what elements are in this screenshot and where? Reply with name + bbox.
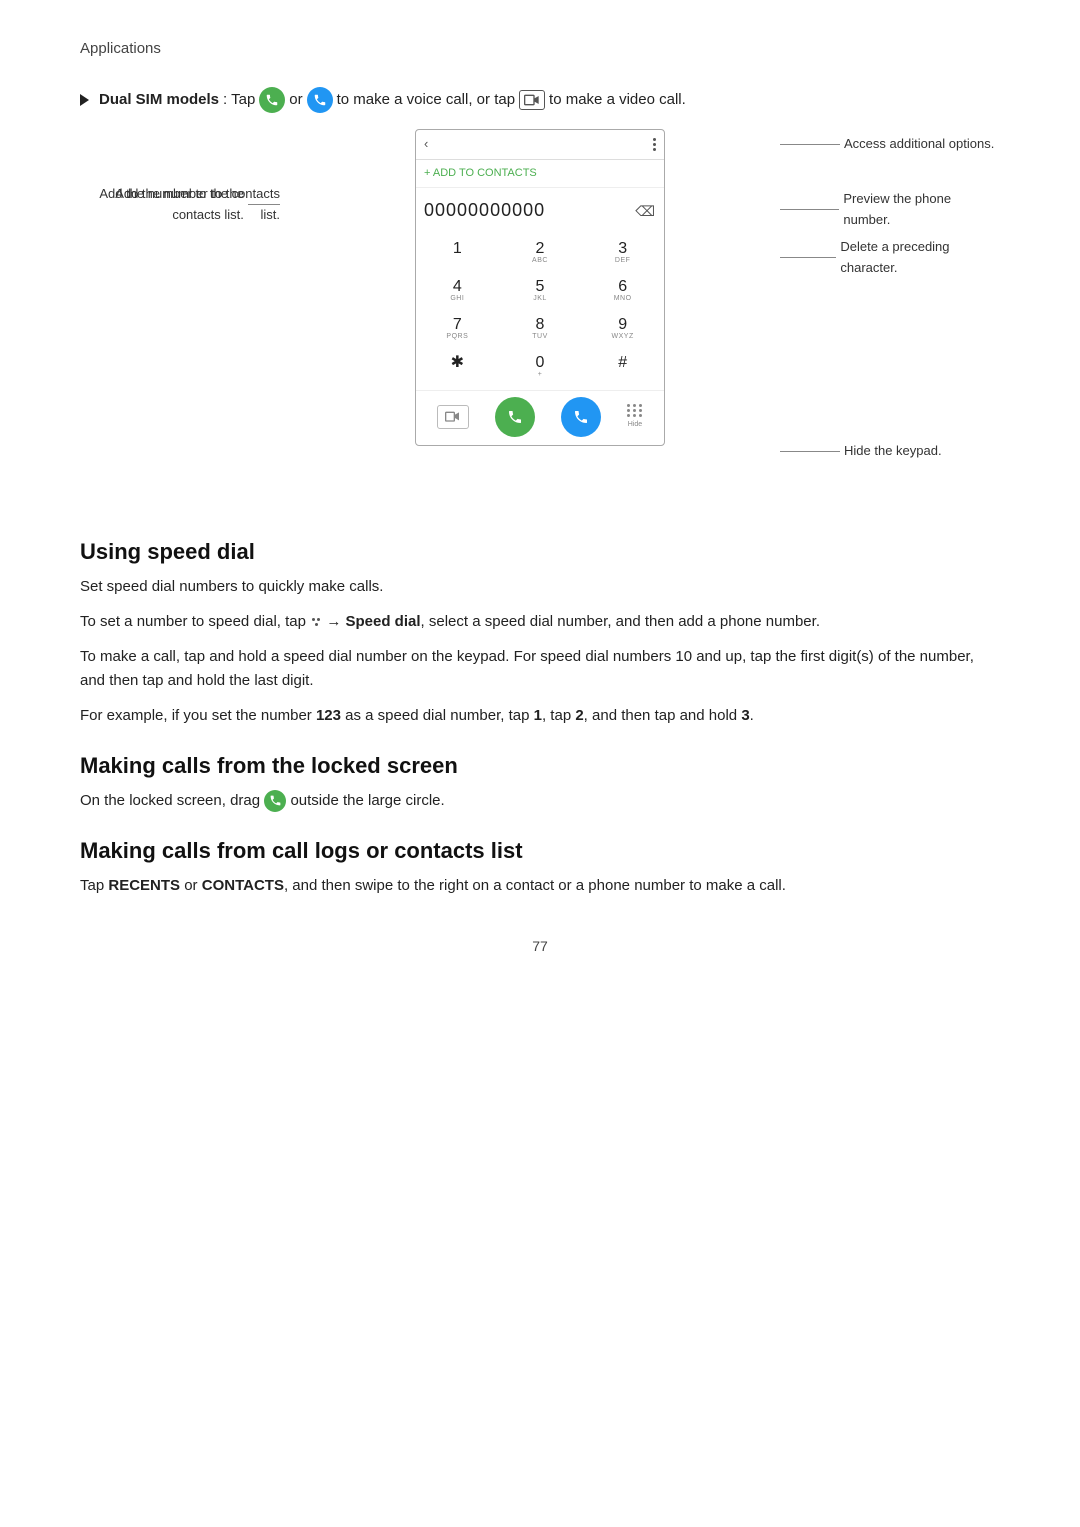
- keypad-key-4[interactable]: 4GHI: [427, 272, 487, 308]
- annotation-preview: Preview the phone number.: [780, 189, 1000, 231]
- phone-top-bar: ‹: [416, 130, 664, 160]
- keypad-key-2[interactable]: 2ABC: [510, 234, 570, 270]
- hide-keypad-icon: [627, 404, 643, 417]
- phone-bottom-row: Hide: [416, 390, 664, 445]
- phone-mockup-wrapper: Add the number to the contacts list. ‹: [80, 129, 1000, 509]
- call-green-button[interactable]: [495, 397, 535, 437]
- hide-label: Hide: [628, 419, 642, 430]
- page-number: 77: [80, 938, 1000, 954]
- call-green-icon: [507, 409, 523, 425]
- keypad-key-9[interactable]: 9WXYZ: [593, 310, 653, 346]
- bullet-icon: [80, 94, 89, 106]
- keypad-key-hash[interactable]: #: [593, 348, 653, 384]
- phone-svg-green: [265, 93, 279, 107]
- keypad-row-3: 7PQRS 8TUV 9WXYZ: [416, 310, 664, 346]
- keypad-key-1[interactable]: 1: [427, 234, 487, 270]
- para-speed-dial-3: To make a call, tap and hold a speed dia…: [80, 645, 1000, 695]
- keypad-key-7[interactable]: 7PQRS: [427, 310, 487, 346]
- phone-number-text: 00000000000: [424, 196, 545, 225]
- phone-keypad: 1 2ABC 3DEF 4GHI 5JKL 6MNO 7PQRS 8TUV: [416, 230, 664, 390]
- section-speed-dial: Using speed dial Set speed dial numbers …: [80, 539, 1000, 729]
- dual-sim-text-middle1: or: [289, 88, 302, 112]
- delete-icon[interactable]: ⌫: [635, 200, 656, 222]
- phone-back-button[interactable]: ‹: [424, 134, 428, 155]
- keypad-row-1: 1 2ABC 3DEF: [416, 234, 664, 270]
- video-call-button[interactable]: [437, 405, 469, 429]
- locked-screen-call-icon: [264, 790, 286, 812]
- section-locked-screen: Making calls from the locked screen On t…: [80, 753, 1000, 814]
- keypad-key-star[interactable]: ✱: [427, 348, 487, 384]
- dual-sim-label: Dual SIM models: [99, 88, 219, 112]
- heading-call-logs: Making calls from call logs or contacts …: [80, 838, 1000, 864]
- video-svg: [524, 94, 540, 106]
- heading-speed-dial: Using speed dial: [80, 539, 1000, 565]
- keypad-key-0[interactable]: 0+: [510, 348, 570, 384]
- keypad-key-3[interactable]: 3DEF: [593, 234, 653, 270]
- keypad-key-6[interactable]: 6MNO: [593, 272, 653, 308]
- annotation-contacts-left: Add the number to the contacts list.: [80, 184, 280, 226]
- dual-sim-text-end: to make a video call.: [549, 88, 686, 112]
- annotation-hide: Hide the keypad.: [780, 441, 1000, 462]
- para-speed-dial-2: To set a number to speed dial, tap → Spe…: [80, 610, 1000, 635]
- keypad-key-8[interactable]: 8TUV: [510, 310, 570, 346]
- heading-locked-screen: Making calls from the locked screen: [80, 753, 1000, 779]
- add-contacts-label: + ADD TO CONTACTS: [424, 165, 537, 183]
- annotation-delete: Delete a preceding character.: [780, 237, 1000, 279]
- phone-svg-blue: [313, 93, 327, 107]
- dual-sim-text-before: : Tap: [223, 88, 255, 112]
- dual-sim-text-middle2: to make a voice call, or tap: [337, 88, 515, 112]
- video-btn-icon: [445, 411, 461, 423]
- video-call-icon: [519, 90, 545, 110]
- breadcrumb: Applications: [80, 40, 1000, 57]
- dual-sim-block: Dual SIM models : Tap or to make a voice…: [80, 87, 1000, 509]
- keypad-row-4: ✱ 0+ #: [416, 348, 664, 384]
- add-to-contacts-row[interactable]: + ADD TO CONTACTS: [416, 160, 664, 189]
- phone-number-display: 00000000000 ⌫: [416, 188, 664, 230]
- locked-phone-svg: [269, 794, 282, 807]
- dual-sim-text: Dual SIM models : Tap or to make a voice…: [80, 87, 1000, 113]
- para-speed-dial-4: For example, if you set the number 123 a…: [80, 704, 1000, 729]
- call-icon-blue: [307, 87, 333, 113]
- keypad-key-5[interactable]: 5JKL: [510, 272, 570, 308]
- section-call-logs: Making calls from call logs or contacts …: [80, 838, 1000, 899]
- para-locked-screen-1: On the locked screen, drag outside the l…: [80, 789, 1000, 814]
- hide-keypad-button[interactable]: Hide: [627, 404, 643, 430]
- para-call-logs-1: Tap RECENTS or CONTACTS, and then swipe …: [80, 874, 1000, 899]
- call-icon-green: [259, 87, 285, 113]
- phone-screen: ‹ + ADD TO CONTACTS 00000000000: [415, 129, 665, 446]
- keypad-row-2: 4GHI 5JKL 6MNO: [416, 272, 664, 308]
- para-speed-dial-1: Set speed dial numbers to quickly make c…: [80, 575, 1000, 600]
- annotation-options: Access additional options.: [780, 134, 1000, 155]
- call-blue-icon: [573, 409, 589, 425]
- phone-menu-icon[interactable]: [653, 138, 656, 151]
- call-blue-button[interactable]: [561, 397, 601, 437]
